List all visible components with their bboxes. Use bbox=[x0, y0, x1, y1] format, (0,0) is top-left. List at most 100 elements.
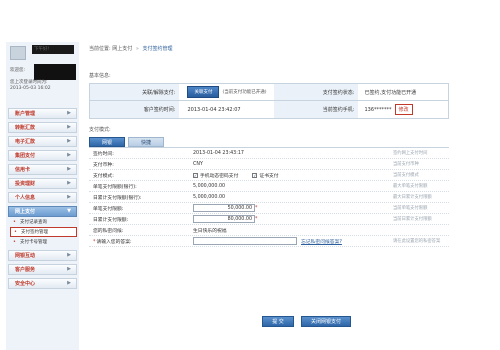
nav-item-group-pay[interactable]: 集团支付 ▶ bbox=[8, 150, 77, 161]
mobile-otp-checkbox[interactable]: ✓ bbox=[193, 172, 198, 178]
row-note: 当前日累计支付限额 bbox=[393, 217, 432, 222]
row-note: 当前单笔支付限额 bbox=[393, 206, 428, 211]
pay-mode-tabs: 网银 快捷 bbox=[89, 137, 449, 147]
nav-label: 投资理财 bbox=[15, 181, 36, 187]
avatar bbox=[10, 46, 26, 60]
nav-item-personal-info[interactable]: 个人信息 ▶ bbox=[8, 192, 77, 203]
row-label: 日累计支付限额: bbox=[93, 217, 129, 223]
required-marker: * bbox=[255, 216, 258, 222]
private-greeting: 生日快乐的祝福 bbox=[193, 228, 227, 234]
last-login-time: 2013-05-03 16:02 bbox=[10, 86, 51, 91]
table-row: 日累计支付限额: 80,000.00 * 当前日累计支付限额 bbox=[89, 214, 449, 225]
nav-item-interact[interactable]: 网银互动 ▶ bbox=[8, 250, 77, 261]
sub-item-pay-records[interactable]: • 支付记录查询 bbox=[10, 217, 77, 227]
sub-item-pay-contract[interactable]: • 支付签约管理 bbox=[10, 227, 77, 237]
chevron-down-icon: ▼ bbox=[67, 208, 71, 214]
sidebar: 下午好! 欢迎您: 您上次登录时间为: 2013-05-03 16:02 账户管… bbox=[6, 42, 79, 350]
nav-item-service[interactable]: 客户服务 ▶ bbox=[8, 264, 77, 275]
nav-item-invest[interactable]: 投资理财 ▶ bbox=[8, 178, 77, 189]
contract-time: 2013-01-04 23:42:07 bbox=[187, 106, 241, 113]
mobile-otp-option[interactable]: ✓ 手机动态密码支付 bbox=[193, 172, 238, 179]
sub-item-label: 支付签约管理 bbox=[21, 230, 48, 235]
table-row: 签约时间: 2013-01-04 23:43:17 签约网上支付时间 bbox=[89, 148, 449, 159]
mobile-otp-label: 手机动态密码支付 bbox=[200, 173, 239, 179]
cert-pay-checkbox[interactable]: ✓ bbox=[252, 172, 258, 178]
nav-item-credit-card[interactable]: 信用卡 ▶ bbox=[8, 164, 77, 175]
cell-label: 当前签约手机: bbox=[273, 101, 359, 118]
chevron-right-icon: ▶ bbox=[67, 124, 71, 130]
row-label: 支付模式: bbox=[93, 173, 114, 179]
nav-label: 电子汇款 bbox=[15, 139, 36, 145]
row-label: 签约时间: bbox=[93, 151, 114, 157]
sub-item-card-manage[interactable]: • 支付卡号管理 bbox=[10, 237, 77, 247]
sub-item-label: 支付记录查询 bbox=[20, 220, 47, 225]
chevron-right-icon: ▶ bbox=[67, 194, 71, 200]
breadcrumb-level2: 支付签约管理 bbox=[142, 46, 173, 52]
chevron-right-icon: ▶ bbox=[67, 280, 71, 286]
row-label: 单笔支付限额(银行): bbox=[93, 184, 137, 190]
breadcrumb-separator-icon: » bbox=[135, 46, 139, 52]
pay-status-note: (当前支付功能已开通) bbox=[222, 90, 267, 95]
nav-label: 客户服务 bbox=[15, 267, 36, 273]
row-value: 5,000,000.00 bbox=[193, 194, 226, 200]
table-row: 支付币种: CNY 当前支付币种 bbox=[89, 159, 449, 170]
cert-pay-option[interactable]: ✓ 证书支付 bbox=[252, 172, 279, 179]
tab-quick-pay[interactable]: 快捷 bbox=[128, 137, 165, 147]
row-value: 忘记私密问候答案? bbox=[193, 237, 393, 245]
nav-item-transfer[interactable]: 转账汇款 ▶ bbox=[8, 122, 77, 133]
nav-label: 安全中心 bbox=[15, 281, 36, 287]
breadcrumb: 当前位置: 网上支付 » 支付签约管理 bbox=[89, 45, 173, 52]
nav-label: 网上支付 bbox=[15, 209, 36, 215]
close-online-pay-button[interactable]: 关闭网银支付 bbox=[301, 316, 351, 327]
single-limit-input[interactable]: 50,000.00 bbox=[193, 204, 255, 212]
table-row: 日累计支付限额(银行): 5,000,000.00 最大日累计支付限额 bbox=[89, 192, 449, 203]
nav-item-account[interactable]: 账户管理 ▶ bbox=[8, 108, 77, 119]
chevron-right-icon: ▶ bbox=[67, 110, 71, 116]
last-login-label: 您上次登录时间为: bbox=[10, 80, 48, 85]
basic-info-section: 基本信息: 关联/解除支付: 关联支付 (当前支付功能已开通) 支付签约状态: … bbox=[89, 72, 449, 119]
row-note: 当前支付模式 bbox=[393, 173, 419, 178]
row-value: 2013-01-04 23:43:17 bbox=[193, 150, 244, 156]
bullet-icon: • bbox=[13, 219, 16, 225]
table-row: *请输入您的答案: 忘记私密问候答案? 请在此设置您的私密答案 bbox=[89, 236, 449, 247]
row-value: 5,000,000.00 bbox=[193, 183, 226, 189]
nav-label: 账户管理 bbox=[15, 111, 36, 117]
cell-value: 关联支付 (当前支付功能已开通) bbox=[179, 86, 273, 98]
pay-mode-title: 支付模式: bbox=[89, 127, 111, 133]
tab-online-bank[interactable]: 网银 bbox=[89, 137, 126, 147]
answer-input[interactable] bbox=[193, 237, 297, 245]
basic-info-table: 关联/解除支付: 关联支付 (当前支付功能已开通) 支付签约状态: 已签约,支付… bbox=[89, 83, 449, 119]
table-row: 支付模式: ✓ 手机动态密码支付 ✓ 证书支付 当前支付模式 bbox=[89, 170, 449, 181]
row-label: 日累计支付限额(银行): bbox=[93, 195, 142, 201]
table-row: 单笔支付限额: 50,000.00 * 当前单笔支付限额 bbox=[89, 203, 449, 214]
user-card: 下午好! 欢迎您: 您上次登录时间为: 2013-05-03 16:02 bbox=[6, 42, 79, 105]
nav-item-security[interactable]: 安全中心 ▶ bbox=[8, 278, 77, 289]
row-note: 最大单笔支付限额 bbox=[393, 184, 428, 189]
cell-label: 支付签约状态: bbox=[273, 84, 359, 100]
cert-pay-label: 证书支付 bbox=[259, 173, 279, 179]
link-pay-button[interactable]: 关联支付 bbox=[187, 86, 220, 98]
basic-row: 关联/解除支付: 关联支付 (当前支付功能已开通) 支付签约状态: 已签约,支付… bbox=[90, 84, 448, 101]
table-row: 单笔支付限额(银行): 5,000,000.00 最大单笔支付限额 bbox=[89, 181, 449, 192]
row-note: 请在此设置您的私密答案 bbox=[393, 239, 441, 244]
chevron-right-icon: ▶ bbox=[67, 252, 71, 258]
daily-limit-input[interactable]: 80,000.00 bbox=[193, 215, 255, 223]
nav-item-online-pay[interactable]: 网上支付 ▼ bbox=[8, 206, 77, 217]
bullet-icon: • bbox=[14, 229, 17, 235]
basic-info-title: 基本信息: bbox=[89, 73, 111, 79]
nav-label: 信用卡 bbox=[15, 167, 31, 173]
nav-label: 网银互动 bbox=[15, 253, 36, 259]
row-label: 单笔支付限额: bbox=[93, 206, 124, 212]
nav-item-e-remit[interactable]: 电子汇款 ▶ bbox=[8, 136, 77, 147]
cell-label: 关联/解除支付: bbox=[90, 84, 180, 100]
breadcrumb-level1[interactable]: 网上支付 bbox=[112, 46, 132, 52]
forgot-answer-link[interactable]: 忘记私密问候答案? bbox=[301, 238, 342, 245]
account-redaction bbox=[34, 64, 76, 80]
modify-phone-button[interactable]: 修改 bbox=[394, 104, 413, 115]
nav-label: 集团支付 bbox=[15, 153, 36, 159]
row-label: *请输入您的答案: bbox=[89, 238, 193, 245]
nav-label: 个人信息 bbox=[15, 195, 36, 201]
submit-button[interactable]: 提 交 bbox=[262, 316, 294, 327]
cell-value: 136******* 修改 bbox=[358, 104, 448, 115]
row-value: 50,000.00 * bbox=[193, 204, 393, 212]
